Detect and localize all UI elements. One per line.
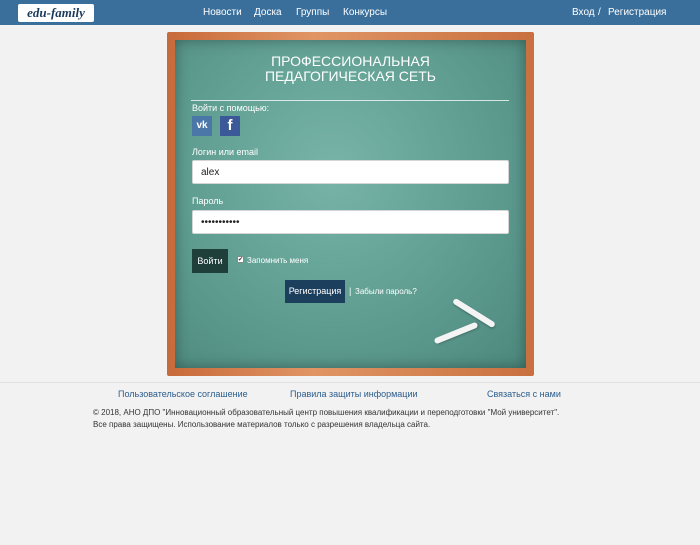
footer-contact-link[interactable]: Связаться с нами bbox=[487, 389, 561, 400]
vk-login-button[interactable]: vk bbox=[192, 116, 212, 136]
nav-news[interactable]: Новости bbox=[203, 7, 242, 19]
nav-login[interactable]: Вход bbox=[572, 7, 595, 19]
password-field-label: Пароль bbox=[192, 196, 224, 206]
copyright-line2: Все права защищены. Использование матери… bbox=[93, 420, 431, 429]
register-button[interactable]: Регистрация bbox=[285, 280, 345, 303]
copyright-line1: © 2018, АНО ДПО "Инновационный образоват… bbox=[93, 408, 560, 417]
title-divider bbox=[191, 100, 509, 101]
footer-divider bbox=[0, 382, 700, 383]
chalk-icon bbox=[433, 321, 479, 345]
footer-terms-link[interactable]: Пользовательское соглашение bbox=[118, 389, 248, 400]
nav-groups[interactable]: Группы bbox=[296, 7, 329, 19]
site-logo[interactable]: edu-family bbox=[18, 4, 94, 22]
facebook-login-button[interactable]: f bbox=[220, 116, 240, 136]
vk-icon: vk bbox=[196, 120, 208, 131]
forgot-separator: | bbox=[349, 286, 352, 296]
nav-separator: / bbox=[598, 7, 601, 18]
social-login-label: Войти с помощью: bbox=[192, 103, 270, 113]
footer-privacy-link[interactable]: Правила защиты информации bbox=[290, 389, 418, 400]
remember-me-label[interactable]: Запомнить меня bbox=[247, 256, 308, 266]
login-chalkboard: ПРОФЕССИОНАЛЬНАЯ ПЕДАГОГИЧЕСКАЯ СЕТЬ Вой… bbox=[175, 40, 526, 368]
board-title-line2: ПЕДАГОГИЧЕСКАЯ СЕТЬ bbox=[264, 68, 436, 84]
password-input[interactable] bbox=[192, 210, 509, 234]
login-input[interactable] bbox=[192, 160, 509, 184]
nav-contests[interactable]: Конкурсы bbox=[343, 7, 387, 19]
nav-board[interactable]: Доска bbox=[254, 7, 282, 19]
board-title-line1: ПРОФЕССИОНАЛЬНАЯ bbox=[271, 53, 430, 69]
login-field-label: Логин или email bbox=[192, 147, 259, 157]
facebook-icon: f bbox=[227, 117, 233, 134]
nav-register[interactable]: Регистрация bbox=[608, 7, 666, 19]
login-chalkboard-frame: ПРОФЕССИОНАЛЬНАЯ ПЕДАГОГИЧЕСКАЯ СЕТЬ Вой… bbox=[167, 32, 534, 376]
top-navbar: edu-family Новости Доска Группы Конкурсы… bbox=[0, 0, 700, 25]
checkbox-checked-icon[interactable]: ✔ bbox=[237, 256, 244, 263]
login-button[interactable]: Войти bbox=[192, 249, 228, 273]
forgot-password-link[interactable]: Забыли пароль? bbox=[355, 287, 417, 297]
